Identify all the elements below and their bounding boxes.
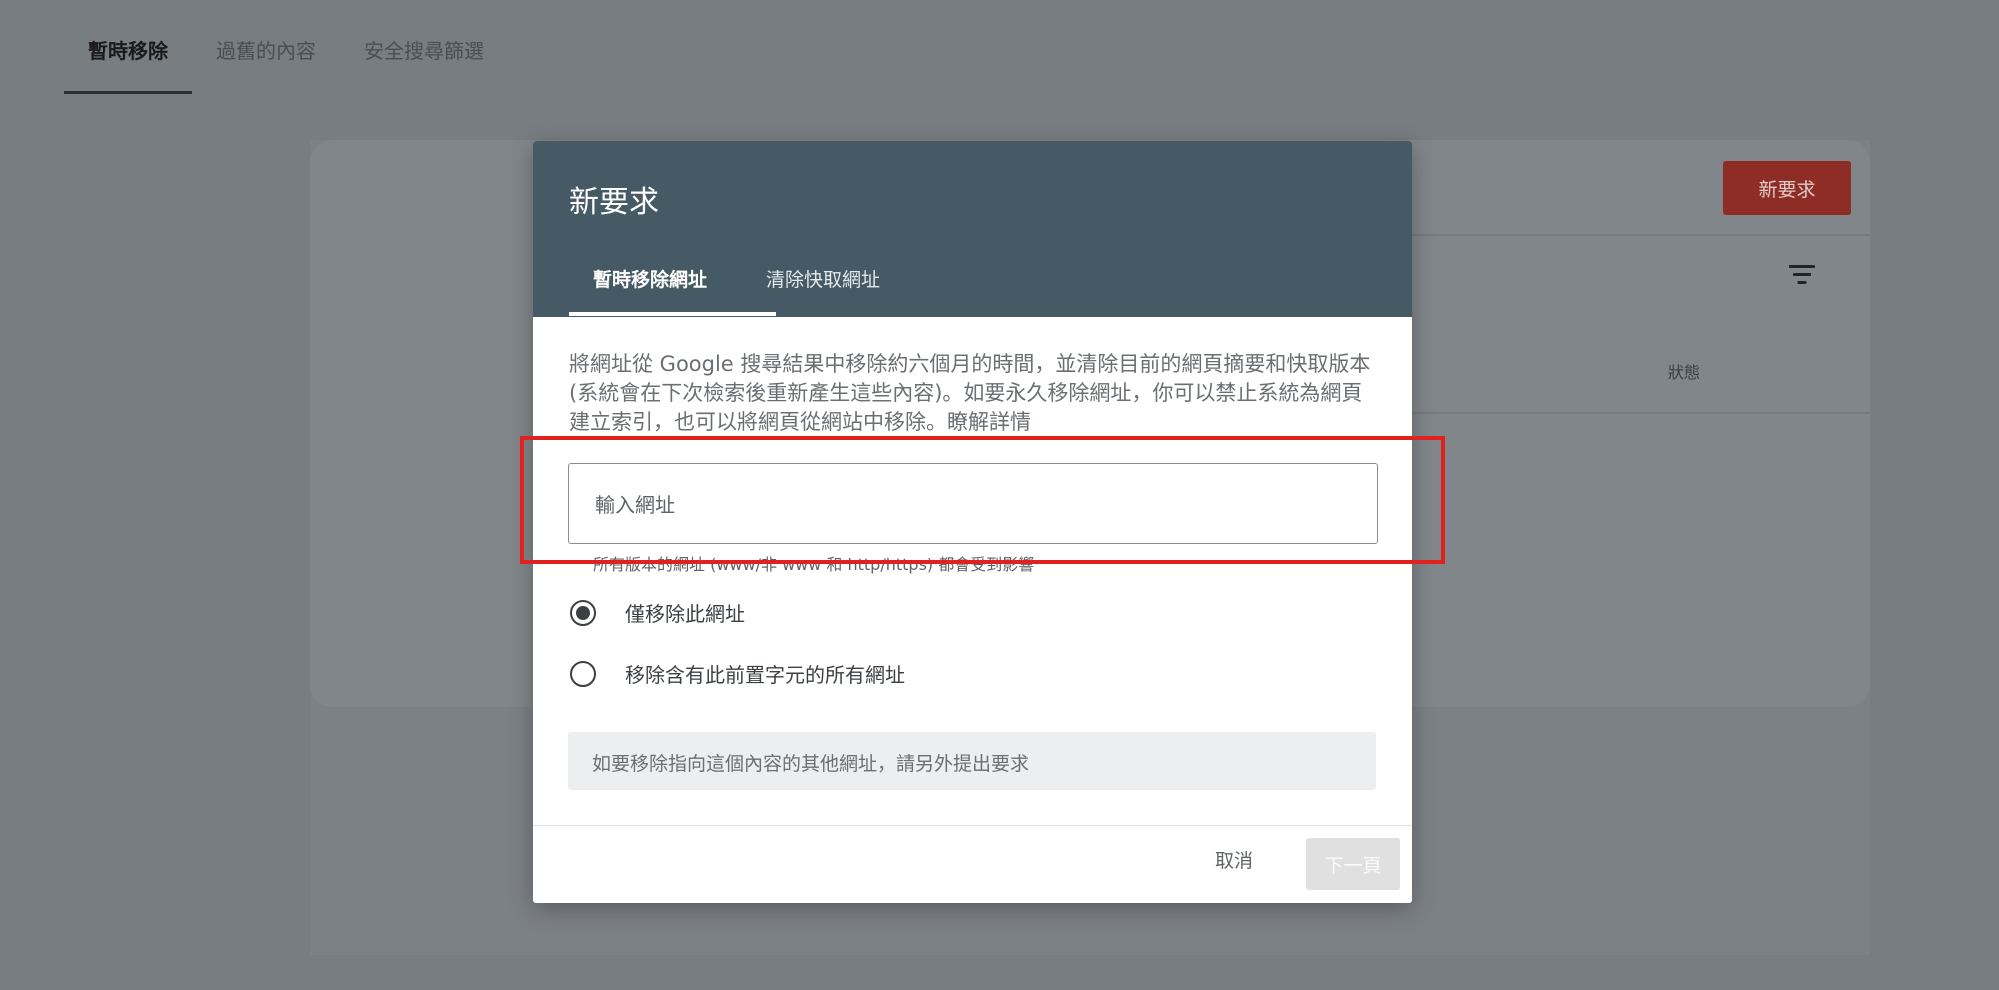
url-helper-text: 所有版本的網址 (www/非 www 和 http/https) 都會受到影響 <box>593 555 1035 574</box>
tab-temporarily-remove-url[interactable]: 暫時移除網址 <box>593 265 707 292</box>
tab-outdated-content[interactable]: 過舊的內容 <box>192 0 340 94</box>
status-column-header: 狀態 <box>1668 363 1701 382</box>
option-remove-prefix[interactable]: 移除含有此前置字元的所有網址 <box>570 659 905 688</box>
footer-divider <box>533 825 1412 826</box>
new-request-dialog: 新要求 暫時移除網址 清除快取網址 將網址從 Google 搜尋結果中移除約六個… <box>533 141 1412 903</box>
radio-button[interactable] <box>570 660 596 687</box>
tab-temporary-removal[interactable]: 暫時移除 <box>64 0 192 94</box>
filter-icon[interactable] <box>1786 262 1818 288</box>
dialog-header: 新要求 暫時移除網址 清除快取網址 <box>533 141 1412 317</box>
dialog-description: 將網址從 Google 搜尋結果中移除約六個月的時間，並清除目前的網頁摘要和快取… <box>569 350 1374 437</box>
tab-clear-cached-url[interactable]: 清除快取網址 <box>766 265 880 292</box>
active-tab-indicator <box>569 312 776 316</box>
next-button[interactable]: 下一頁 <box>1306 838 1400 890</box>
card-divider <box>1410 234 1870 236</box>
dialog-title: 新要求 <box>569 185 659 220</box>
new-request-button[interactable]: 新要求 <box>1723 161 1851 215</box>
learn-more-link[interactable]: 瞭解詳情 <box>947 410 1031 434</box>
option-label: 僅移除此網址 <box>625 602 745 626</box>
radio-button-checked[interactable] <box>570 599 596 626</box>
top-tab-bar: 暫時移除 過舊的內容 安全搜尋篩選 <box>64 0 508 94</box>
info-notice: 如要移除指向這個內容的其他網址，請另外提出要求 <box>568 732 1376 790</box>
url-field[interactable] <box>568 463 1378 545</box>
cancel-button[interactable]: 取消 <box>1215 846 1253 873</box>
table-header-divider <box>1410 412 1870 414</box>
tab-safesearch-filter[interactable]: 安全搜尋篩選 <box>340 0 508 94</box>
option-remove-this-url[interactable]: 僅移除此網址 <box>570 598 745 627</box>
option-label: 移除含有此前置字元的所有網址 <box>625 663 905 687</box>
url-input[interactable] <box>593 464 1357 545</box>
info-text: 如要移除指向這個內容的其他網址，請另外提出要求 <box>592 753 1030 775</box>
